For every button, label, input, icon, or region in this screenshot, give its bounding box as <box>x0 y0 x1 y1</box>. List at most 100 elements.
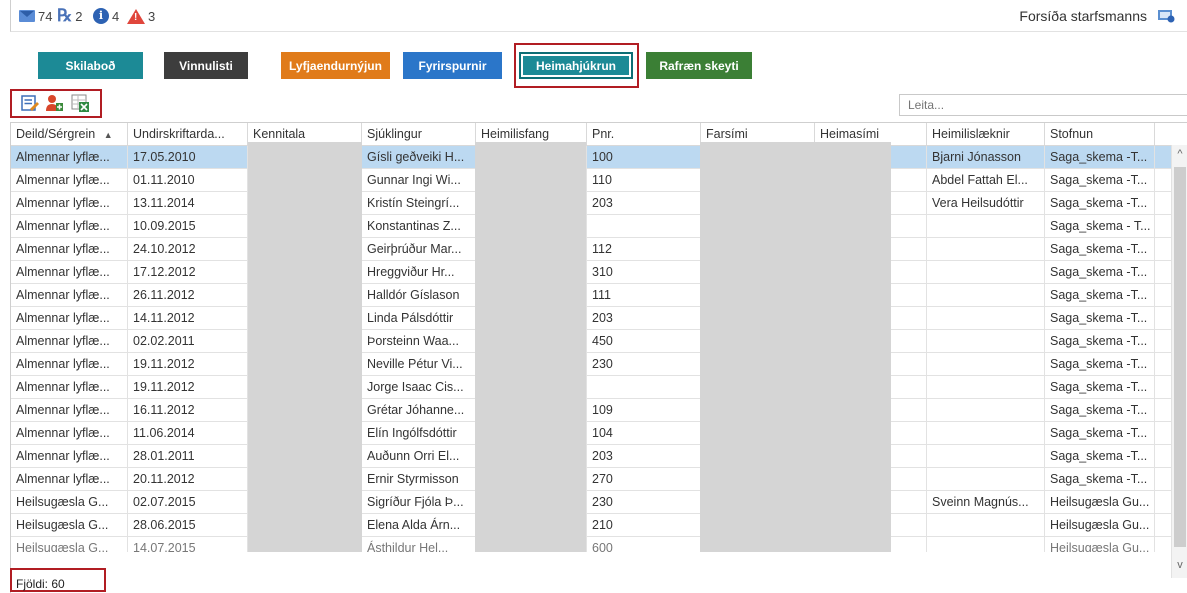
cell-postcode: 111 <box>587 284 701 306</box>
column-header-gp[interactable]: Heimilislæknir <box>927 123 1045 146</box>
cell-signature-date: 17.05.2010 <box>128 146 248 168</box>
cell-department: Almennar lyflæ... <box>11 284 128 306</box>
cell-patient: Gunnar Ingi Wi... <box>362 169 476 191</box>
cell-gp <box>927 445 1045 467</box>
cell-postcode: 450 <box>587 330 701 352</box>
cell-institution: Heilsugæsla Gu... <box>1045 514 1155 536</box>
cell-patient: Hreggviður Hr... <box>362 261 476 283</box>
cell-signature-date: 13.11.2014 <box>128 192 248 214</box>
cell-institution: Heilsugæsla Gu... <box>1045 491 1155 513</box>
table-row[interactable]: Almennar lyflæ... 17.12.2012 Hreggviður Hr… <box>11 261 1171 284</box>
cell-patient: Grétar Jóhanne... <box>362 399 476 421</box>
cell-signature-date: 14.07.2015 <box>128 537 248 552</box>
redacted-ssn-column <box>248 142 362 552</box>
cell-patient: Geirþrúður Mar... <box>362 238 476 260</box>
electronic-messages-module-label: Rafræn skeyti <box>659 58 739 73</box>
export-excel-icon[interactable] <box>70 93 90 113</box>
column-header-institution[interactable]: Stofnun <box>1045 123 1155 146</box>
table-row[interactable]: Almennar lyflæ... 19.11.2012 Neville Pétur… <box>11 353 1171 376</box>
cell-gp <box>927 514 1045 536</box>
cell-gp <box>927 353 1045 375</box>
table-row[interactable]: Almennar lyflæ... 02.02.2011 Þorsteinn Waa… <box>11 330 1171 353</box>
table-scrollbar[interactable]: ^ v <box>1171 145 1187 578</box>
scrollbar-thumb[interactable] <box>1174 167 1186 547</box>
cell-institution: Saga_skema -T... <box>1045 192 1155 214</box>
table-row[interactable]: Almennar lyflæ... 13.11.2014 Kristín Stein… <box>11 192 1171 215</box>
cell-signature-date: 17.12.2012 <box>128 261 248 283</box>
cell-postcode: 100 <box>587 146 701 168</box>
table-row[interactable]: Heilsugæsla G... 02.07.2015 Sigríður Fjóla… <box>11 491 1171 514</box>
active-module-highlight <box>514 43 639 88</box>
search-input[interactable] <box>899 94 1187 116</box>
prescription-renewal-module-button[interactable]: Lyfjaendurnýjun <box>281 52 390 79</box>
table-row[interactable]: Almennar lyflæ... 24.10.2012 Geirþrúður Ma… <box>11 238 1171 261</box>
cell-postcode: 203 <box>587 445 701 467</box>
column-header-label: Deild/Sérgrein <box>16 127 96 141</box>
table-row[interactable]: Heilsugæsla G... 28.06.2015 Elena Alda Árn… <box>11 514 1171 537</box>
cell-patient: Neville Pétur Vi... <box>362 353 476 375</box>
electronic-messages-module-button[interactable]: Rafræn skeyti <box>646 52 752 79</box>
table-row[interactable]: Almennar lyflæ... 28.01.2011 Auðunn Orri E… <box>11 445 1171 468</box>
cell-department: Almennar lyflæ... <box>11 422 128 444</box>
worklist-module-label: Vinnulisti <box>179 58 233 73</box>
cell-institution: Saga_skema -T... <box>1045 284 1155 306</box>
prescription-icon: ℞ <box>57 6 73 26</box>
prescriptions-count: 2 <box>75 8 83 24</box>
cell-department: Almennar lyflæ... <box>11 307 128 329</box>
redacted-address-column <box>475 142 586 552</box>
info-counter[interactable]: i 4 <box>93 8 119 24</box>
cell-postcode <box>587 376 701 398</box>
cell-postcode: 203 <box>587 192 701 214</box>
cell-patient: Gísli geðveiki H... <box>362 146 476 168</box>
cell-gp <box>927 261 1045 283</box>
cell-signature-date: 26.11.2012 <box>128 284 248 306</box>
table-body: Almennar lyflæ... 17.05.2010 Gísli geðveik… <box>11 146 1171 552</box>
table-row[interactable]: Almennar lyflæ... 14.11.2012 Linda Pálsdót… <box>11 307 1171 330</box>
table-row[interactable]: Almennar lyflæ... 16.11.2012 Grétar Jóhann… <box>11 399 1171 422</box>
warnings-count: 3 <box>148 8 156 24</box>
status-bar: 74 ℞ 2 i 4 ! 3 Forsíða starfsmanns <box>10 0 1187 32</box>
row-count: Fjöldi: 60 <box>16 577 65 591</box>
cell-gp <box>927 422 1045 444</box>
sort-ascending-icon: ▲ <box>103 130 113 140</box>
column-header-postcode[interactable]: Pnr. <box>587 123 701 146</box>
column-header-department[interactable]: Deild/Sérgrein ▲ <box>11 123 128 146</box>
table-row[interactable]: Almennar lyflæ... 26.11.2012 Halldór Gísla… <box>11 284 1171 307</box>
column-header-signature-date[interactable]: Undirskriftarda... <box>128 123 248 146</box>
table-row[interactable]: Almennar lyflæ... 10.09.2015 Konstantinas … <box>11 215 1171 238</box>
warnings-counter[interactable]: ! 3 <box>127 8 155 24</box>
cell-postcode: 112 <box>587 238 701 260</box>
table-row[interactable]: Almennar lyflæ... 20.11.2012 Ernir Styrmis… <box>11 468 1171 491</box>
cell-institution: Saga_skema -T... <box>1045 169 1155 191</box>
cell-patient: Jorge Isaac Cis... <box>362 376 476 398</box>
cell-postcode <box>587 215 701 237</box>
cell-signature-date: 16.11.2012 <box>128 399 248 421</box>
table-footer <box>10 552 1187 593</box>
prescriptions-counter[interactable]: ℞ 2 <box>57 6 83 26</box>
table-row[interactable]: Almennar lyflæ... 17.05.2010 Gísli geðveik… <box>11 146 1171 169</box>
staff-home-icon[interactable] <box>1157 8 1175 24</box>
cell-department: Almennar lyflæ... <box>11 468 128 490</box>
cell-gp: Abdel Fattah El... <box>927 169 1045 191</box>
cell-signature-date: 11.06.2014 <box>128 422 248 444</box>
table-row[interactable]: Almennar lyflæ... 11.06.2014 Elín Ingólfsd… <box>11 422 1171 445</box>
edit-list-icon[interactable] <box>20 93 40 113</box>
table-row[interactable]: Almennar lyflæ... 01.11.2010 Gunnar Ingi W… <box>11 169 1171 192</box>
inquiries-module-button[interactable]: Fyrirspurnir <box>403 52 502 79</box>
worklist-module-button[interactable]: Vinnulisti <box>164 52 248 79</box>
messages-counter[interactable]: 74 <box>19 8 52 24</box>
scroll-up-icon[interactable]: ^ <box>1174 147 1186 161</box>
table-row[interactable]: Heilsugæsla G... 14.07.2015 Ásthildur Hel.… <box>11 537 1171 552</box>
cell-patient: Ernir Styrmisson <box>362 468 476 490</box>
cell-institution: Saga_skema -T... <box>1045 376 1155 398</box>
cell-patient: Elena Alda Árn... <box>362 514 476 536</box>
staff-home-link[interactable]: Forsíða starfsmanns <box>1019 8 1147 24</box>
table-row[interactable]: Almennar lyflæ... 19.11.2012 Jorge Isaac C… <box>11 376 1171 399</box>
add-patient-icon[interactable] <box>44 93 64 113</box>
cell-institution: Saga_skema -T... <box>1045 468 1155 490</box>
column-header-patient[interactable]: Sjúklingur <box>362 123 476 146</box>
cell-institution: Saga_skema -T... <box>1045 146 1155 168</box>
cell-gp <box>927 238 1045 260</box>
messages-module-button[interactable]: Skilaboð <box>38 52 143 79</box>
cell-patient: Elín Ingólfsdóttir <box>362 422 476 444</box>
